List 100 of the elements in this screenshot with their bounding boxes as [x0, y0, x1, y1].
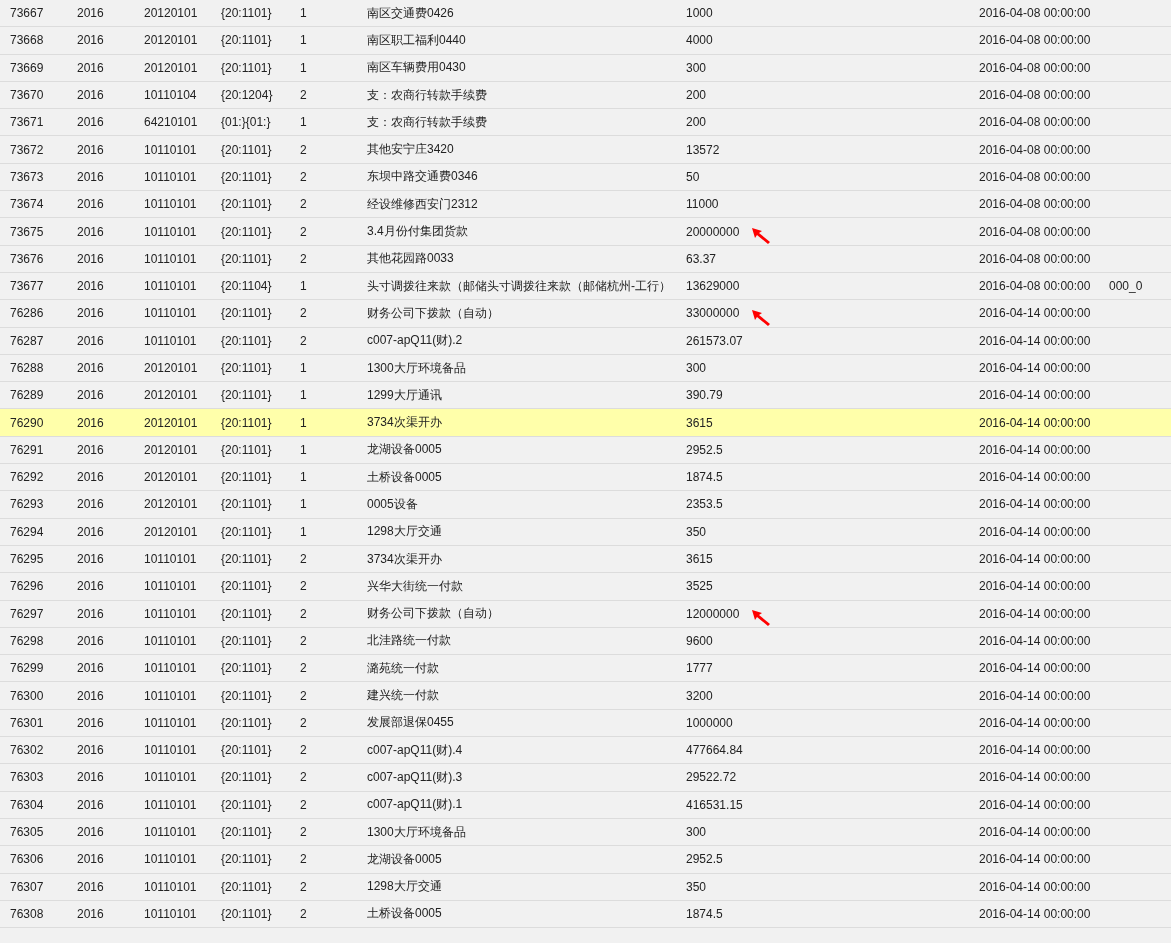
table-cell: 390.79 [686, 388, 723, 403]
table-cell: 2016-04-14 00:00:00 [979, 497, 1091, 512]
table-cell: 1298大厅交通 [367, 879, 442, 894]
table-cell: {20:1101} [221, 333, 272, 348]
table-cell: {20:1101} [221, 142, 272, 157]
table-cell: 2016-04-08 00:00:00 [979, 6, 1091, 21]
table-cell: 200 [686, 115, 707, 130]
table-cell: 3.4月份付集团货款 [367, 224, 468, 238]
table-cell: 350 [686, 524, 707, 539]
table-cell: 73673 [10, 169, 44, 184]
table-cell: 10110101 [144, 224, 197, 239]
table-cell: 2 [300, 197, 307, 212]
table-cell: 2016 [77, 852, 104, 867]
table-cell: 76295 [10, 552, 44, 567]
table-cell: 1 [300, 470, 307, 485]
table-cell: 2353.5 [686, 497, 723, 512]
table-cell: 3734次渠开办 [367, 415, 442, 430]
table-cell: {20:1101} [221, 224, 272, 239]
table-cell: 73676 [10, 251, 44, 266]
table-cell: 2016 [77, 388, 104, 403]
table-cell: 1300大厅环境备品 [367, 824, 466, 839]
table-cell: {20:1101} [221, 197, 272, 212]
table-cell: 20120101 [144, 524, 198, 539]
table-cell: 76296 [10, 579, 44, 594]
table-cell: c007-apQ11(财).1 [367, 797, 463, 812]
table-cell: 76303 [10, 770, 44, 785]
table-cell: 2016 [77, 115, 104, 130]
table-cell: 1300大厅环境备品 [367, 360, 466, 375]
table-cell: 2016 [77, 879, 104, 894]
table-cell: 4000 [686, 33, 713, 48]
table-cell: 1 [300, 115, 307, 130]
table-cell: 2016-04-14 00:00:00 [979, 306, 1091, 321]
table-cell: 20120101 [144, 361, 198, 375]
table-cell: {20:1101} [221, 906, 272, 921]
table-cell: 76308 [10, 906, 44, 921]
table-cell: 2016 [77, 60, 104, 75]
table-cell: 10110101 [144, 906, 197, 921]
table-cell: {20:1104} [221, 279, 272, 294]
table-cell: 76292 [10, 470, 44, 485]
table-cell: 76299 [10, 661, 44, 676]
table-cell: 1874.5 [686, 906, 723, 921]
table-cell: {20:1101} [221, 633, 272, 648]
table-cell: 2016 [77, 33, 104, 48]
table-cell: 2016 [77, 169, 104, 184]
table-cell: 10110101 [144, 306, 197, 321]
table-cell: 1000000 [686, 715, 733, 730]
table-row[interactable]: 76290 2016 20120101 {20:1101} 1 3734次渠开办 3615 2016-04-14 00:00:00 [0, 409, 1171, 437]
table-cell: 2016-04-08 00:00:00 [979, 115, 1091, 130]
table-cell: {20:1101} [221, 415, 272, 430]
table-cell: 发展部退保0455 [367, 715, 454, 730]
table-cell: 2 [300, 142, 307, 157]
table-cell: {20:1101} [221, 579, 272, 594]
table-cell: 2 [300, 661, 307, 676]
table-cell: 3615 [686, 415, 713, 430]
table-cell: 73674 [10, 197, 44, 212]
table-cell: 土桥设备0005 [367, 469, 442, 484]
table-cell: 2016 [77, 743, 104, 758]
table-cell: 南区车辆费用0430 [367, 60, 466, 75]
table-cell: 2016 [77, 442, 104, 457]
table-cell: 76294 [10, 524, 44, 539]
table-cell: 2 [300, 552, 307, 567]
table-cell: 20120101 [144, 470, 198, 485]
table-cell: 2016-04-14 00:00:00 [979, 442, 1091, 457]
table-cell: 20120101 [144, 497, 198, 512]
table-cell: 2016 [77, 142, 104, 157]
table-cell: 000_0 [1109, 279, 1143, 294]
table-cell: 2016-04-14 00:00:00 [979, 361, 1091, 375]
table-cell: 2016-04-08 00:00:00 [979, 60, 1091, 75]
table-cell: {20:1101} [221, 33, 272, 48]
table-cell: 76288 [10, 361, 44, 375]
table-cell: 2016-04-14 00:00:00 [979, 852, 1091, 867]
table-cell: 73677 [10, 279, 44, 294]
table-cell: 1 [300, 388, 307, 403]
table-cell: 2016-04-14 00:00:00 [979, 606, 1091, 621]
table-cell: 73668 [10, 33, 44, 48]
table-cell: 2016 [77, 6, 104, 21]
table-cell: {20:1204} [221, 88, 273, 103]
table-cell: 1874.5 [686, 470, 723, 485]
table-cell: 2 [300, 333, 307, 348]
table-cell: 10110101 [144, 579, 197, 594]
table-cell: 1 [300, 279, 307, 294]
table-cell: 10110101 [144, 279, 197, 294]
table-cell: 2016-04-08 00:00:00 [979, 88, 1091, 103]
table-cell: {01:}{01:} [221, 115, 271, 130]
table-cell: 2952.5 [686, 852, 723, 867]
table-cell: 1777 [686, 661, 713, 676]
table-cell: 2 [300, 797, 307, 812]
table-cell: 2016-04-14 00:00:00 [979, 524, 1091, 539]
table-cell: 2016-04-08 00:00:00 [979, 169, 1091, 184]
table-cell: 73667 [10, 6, 44, 21]
table-cell: 2 [300, 306, 307, 321]
table-cell: 64210101 [144, 115, 198, 130]
table-cell: 支：农商行转款手续费 [367, 87, 487, 102]
table-cell: {20:1101} [221, 497, 272, 512]
table-cell: 2016-04-14 00:00:00 [979, 906, 1091, 921]
table-cell: 2016 [77, 633, 104, 648]
table-cell: 支：农商行转款手续费 [367, 114, 487, 129]
table-cell: 350 [686, 879, 707, 894]
table-cell: 2016-04-14 00:00:00 [979, 552, 1091, 567]
table-cell: {20:1101} [221, 60, 272, 75]
